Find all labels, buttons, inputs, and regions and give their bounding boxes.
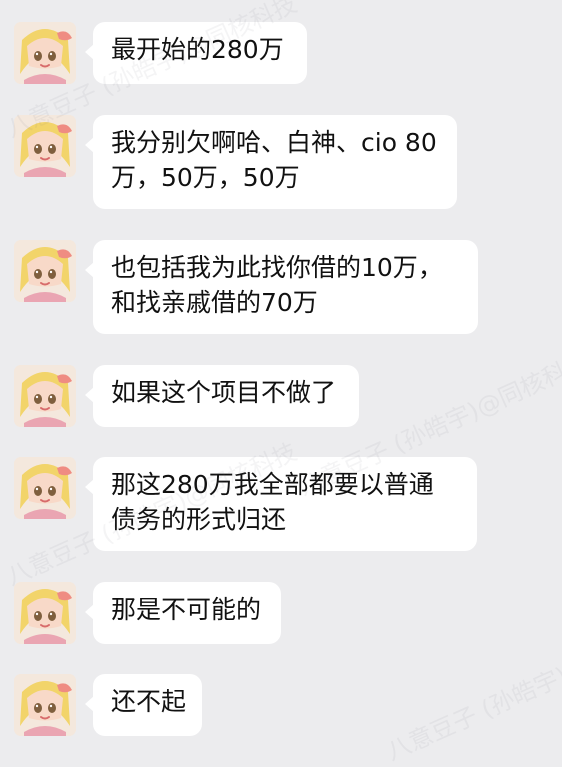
message-text: 和找亲戚借的70万 <box>111 288 318 317</box>
anime-girl-avatar-icon[interactable] <box>14 365 76 427</box>
message-row: 也包括我为此找你借的10万， 和找亲戚借的70万 <box>0 240 562 334</box>
message-bubble[interactable]: 我分别欠啊哈、白神、cio 80 万，50万，50万 <box>85 115 457 209</box>
anime-girl-avatar-icon[interactable] <box>14 582 76 644</box>
anime-girl-avatar-icon[interactable] <box>14 115 76 177</box>
message-text: 那是不可能的 <box>111 595 262 624</box>
message-row: 那这280万我全部都要以普通 债务的形式归还 <box>0 457 562 551</box>
message-text: 那这280万我全部都要以普通 <box>111 470 434 499</box>
message-row: 如果这个项目不做了 <box>0 365 562 427</box>
anime-girl-avatar-icon[interactable] <box>14 457 76 519</box>
message-text: 债务的形式归还 <box>111 505 287 534</box>
message-text: 也包括我为此找你借的10万， <box>111 253 443 282</box>
message-row: 最开始的280万 <box>0 22 562 84</box>
message-bubble[interactable]: 如果这个项目不做了 <box>85 365 359 427</box>
message-text: 如果这个项目不做了 <box>111 378 337 407</box>
message-text: 最开始的280万 <box>111 35 284 64</box>
message-bubble[interactable]: 那是不可能的 <box>85 582 281 644</box>
message-bubble[interactable]: 那这280万我全部都要以普通 债务的形式归还 <box>85 457 477 551</box>
anime-girl-avatar-icon[interactable] <box>14 22 76 84</box>
message-text: 我分别欠啊哈、白神、cio 80 <box>111 128 437 157</box>
message-row: 那是不可能的 <box>0 582 562 644</box>
chat-thread: 最开始的280万 我分别欠啊哈、白神、cio 80 万，50万，50万 也包括我… <box>0 0 562 766</box>
message-text: 还不起 <box>111 687 187 716</box>
message-text: 万，50万，50万 <box>111 163 300 192</box>
message-row: 还不起 <box>0 674 562 736</box>
anime-girl-avatar-icon[interactable] <box>14 240 76 302</box>
message-bubble[interactable]: 也包括我为此找你借的10万， 和找亲戚借的70万 <box>85 240 478 334</box>
message-bubble[interactable]: 最开始的280万 <box>85 22 307 84</box>
message-row: 我分别欠啊哈、白神、cio 80 万，50万，50万 <box>0 115 562 209</box>
message-bubble[interactable]: 还不起 <box>85 674 202 736</box>
anime-girl-avatar-icon[interactable] <box>14 674 76 736</box>
